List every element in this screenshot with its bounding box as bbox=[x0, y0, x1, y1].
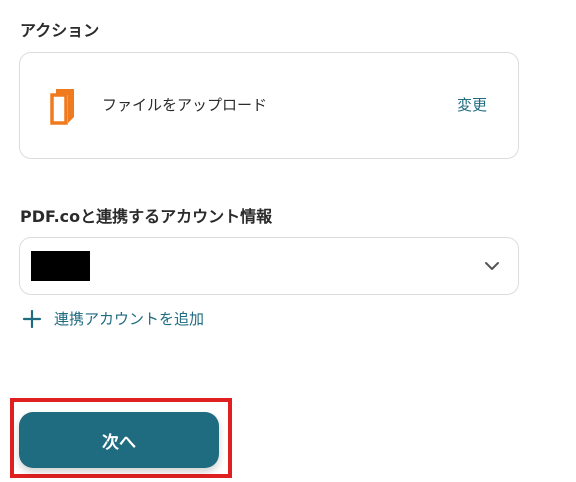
chevron-down-icon bbox=[485, 262, 499, 270]
account-select[interactable] bbox=[19, 237, 519, 295]
add-account-link[interactable]: 連携アカウントを追加 bbox=[22, 308, 204, 329]
account-section-label: PDF.coと連携するアカウント情報 bbox=[20, 207, 273, 226]
action-card: ファイルをアップロード 変更 bbox=[19, 52, 519, 159]
action-name: ファイルをアップロード bbox=[102, 96, 268, 114]
plus-icon bbox=[22, 309, 42, 328]
action-section-label: アクション bbox=[20, 21, 100, 40]
next-button[interactable]: 次へ bbox=[19, 412, 219, 468]
add-account-label: 連携アカウントを追加 bbox=[54, 310, 205, 328]
redacted-account-value bbox=[31, 251, 90, 281]
change-action-link[interactable]: 変更 bbox=[457, 94, 487, 115]
pdf-co-icon bbox=[50, 89, 74, 125]
